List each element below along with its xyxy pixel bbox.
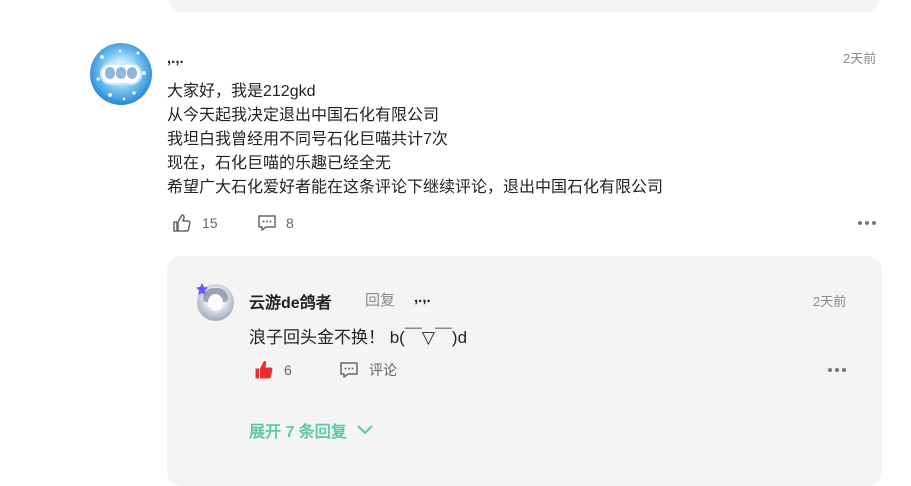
- comment-line: 我坦白我曾经用不同号石化巨喵共计7次: [167, 131, 448, 148]
- comment-line: 希望广大石化爱好者能在这条评论下继续评论，退出中国石化有限公司: [167, 179, 664, 196]
- comment-line: 现在，石化巨喵的乐趣已经全无: [167, 155, 392, 172]
- reply-time: 2天前: [813, 294, 847, 309]
- chevron-down-icon: [357, 425, 373, 434]
- comment-time: 2天前: [843, 51, 877, 66]
- comment-icon: [340, 362, 358, 378]
- thumbs-up-icon: [173, 214, 191, 232]
- thumbs-up-filled-icon: [255, 361, 273, 379]
- more-options-icon[interactable]: [858, 221, 876, 225]
- reply-text: 浪子回头金不换！ b(￣▽￣)d: [249, 328, 468, 347]
- comment-username[interactable]: ,.,.: [167, 50, 184, 67]
- reply-like-button[interactable]: 6: [254, 360, 292, 380]
- comment-line: 从今天起我决定退出中国石化有限公司: [167, 107, 440, 124]
- reply-like-count: 6: [284, 362, 292, 378]
- expand-replies-label: 展开 7 条回复: [249, 424, 347, 441]
- reply-button[interactable]: 8: [257, 213, 294, 233]
- reply-count: 8: [286, 215, 294, 231]
- reply-username[interactable]: 云游de鸽者: [249, 289, 332, 313]
- expand-replies-button[interactable]: 展开 7 条回复: [249, 418, 373, 442]
- reply-label: 回复: [365, 292, 396, 309]
- avatar-logo: [100, 63, 142, 85]
- level-badge-icon: [196, 283, 208, 295]
- comment-body: 大家好，我是212gkd 从今天起我决定退出中国石化有限公司 我坦白我曾经用不同…: [167, 80, 663, 200]
- reply-comment-button[interactable]: 评论: [339, 360, 397, 380]
- user-avatar[interactable]: [90, 43, 152, 105]
- reply-more-options-icon[interactable]: [828, 368, 846, 372]
- reply-comment-label: 评论: [369, 362, 397, 378]
- previous-comment-card: [168, 0, 880, 12]
- like-count: 15: [202, 215, 218, 231]
- comment-line: 大家好，我是212gkd: [167, 83, 316, 100]
- like-button[interactable]: 15: [172, 213, 218, 233]
- comment-icon: [258, 215, 276, 231]
- reply-target-username[interactable]: ,.,.: [414, 289, 431, 306]
